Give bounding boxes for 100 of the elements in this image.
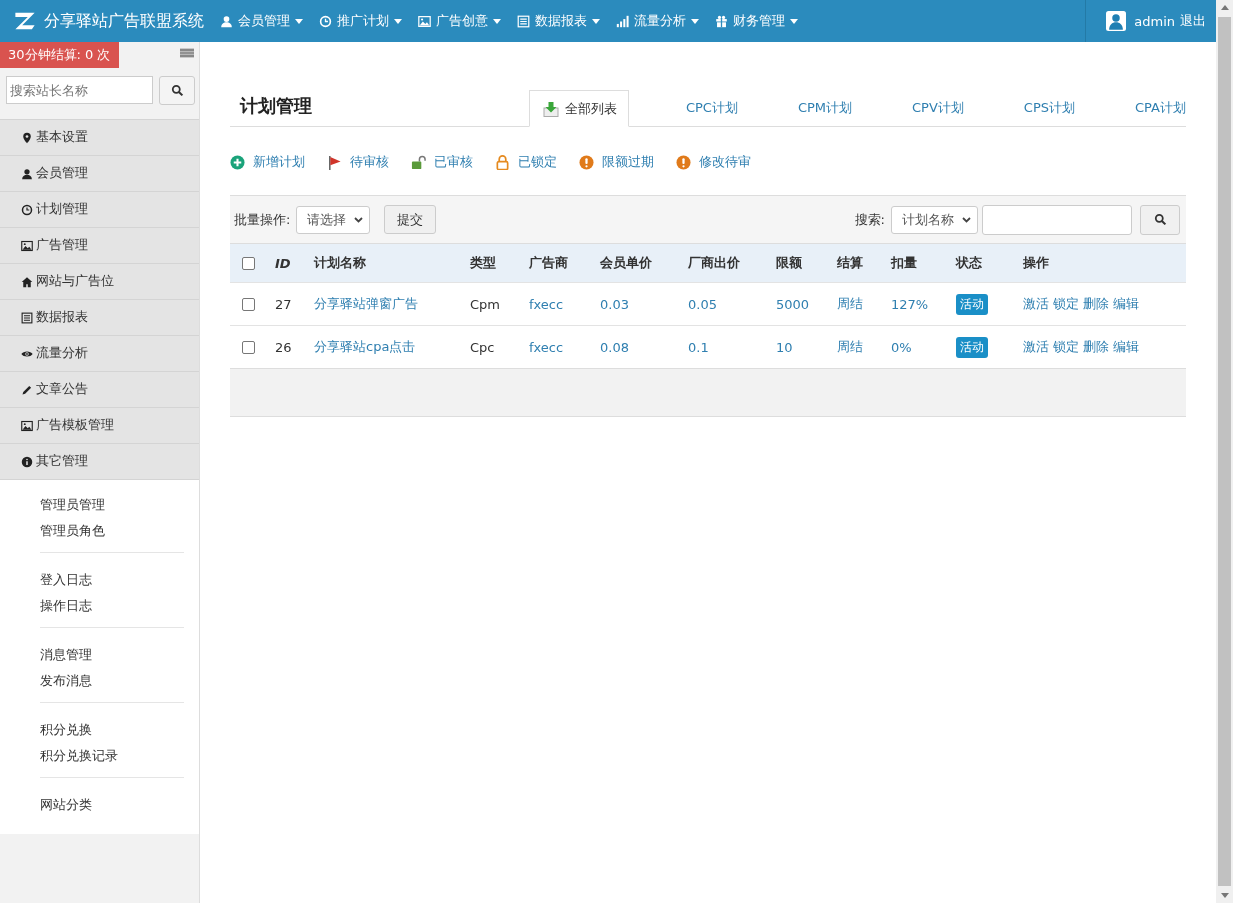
alert-circle-icon <box>579 154 594 170</box>
table-link[interactable]: 周结 <box>837 338 863 356</box>
pencil-icon <box>21 383 33 396</box>
plus-circle-icon <box>230 154 245 170</box>
column-header: 状态 <box>956 254 982 272</box>
submenu-item[interactable]: 积分兑换 <box>40 717 92 743</box>
search-button[interactable] <box>159 76 195 105</box>
search-field[interactable]: 搜索站长名称 <box>6 76 153 104</box>
tab[interactable]: CPC计划 <box>655 90 768 126</box>
clock-icon <box>319 14 332 28</box>
column-header: 厂商出价 <box>688 254 740 272</box>
row-action-link[interactable]: 激活 <box>1023 338 1049 356</box>
table-link[interactable]: 分享驿站弹窗广告 <box>314 295 418 313</box>
sidebar-item[interactable]: 广告管理 <box>0 227 199 263</box>
table-link[interactable]: 0.05 <box>688 296 717 312</box>
sidebar-item[interactable]: 广告模板管理 <box>0 407 199 443</box>
search-button[interactable] <box>1140 204 1180 235</box>
search-icon <box>1153 213 1167 226</box>
table-link[interactable]: 0.08 <box>600 339 629 355</box>
action-link[interactable]: 已审核 <box>411 153 473 171</box>
table-link[interactable]: fxecc <box>529 296 564 312</box>
sidebar-item[interactable]: 数据报表 <box>0 299 199 335</box>
nav-menu[interactable]: 会员管理 <box>212 0 311 42</box>
submenu-item[interactable]: 积分兑换记录 <box>40 743 118 769</box>
row-action-link[interactable]: 删除 <box>1083 338 1109 356</box>
search-icon <box>170 84 184 97</box>
table-link[interactable]: 0.03 <box>600 296 629 312</box>
table-link[interactable]: 127% <box>891 296 929 312</box>
submenu-item[interactable]: 登入日志 <box>40 567 92 593</box>
image-icon <box>21 239 33 252</box>
action-link[interactable]: 待审核 <box>327 153 389 171</box>
table-link[interactable]: fxecc <box>529 339 564 355</box>
submenu-item[interactable]: 网站分类 <box>40 792 92 818</box>
column-header: 计划名称 <box>314 254 366 272</box>
scroll-down-arrow-icon[interactable] <box>1220 893 1229 898</box>
gift-icon <box>715 14 728 28</box>
row-action-link[interactable]: 编辑 <box>1113 338 1139 356</box>
logout-link[interactable]: 退出 <box>1180 12 1206 30</box>
sidebar-item[interactable]: 会员管理 <box>0 155 199 191</box>
table-link[interactable]: 0% <box>891 339 912 355</box>
tab[interactable]: CPV计划 <box>882 90 994 126</box>
submenu-item[interactable]: 操作日志 <box>40 593 92 619</box>
nav-menu[interactable]: 流量分析 <box>608 0 707 42</box>
alert-circle-icon <box>676 154 691 170</box>
search-type-select[interactable]: 计划名称 <box>891 205 978 234</box>
tab[interactable]: CPA计划 <box>1105 90 1186 126</box>
submit-button[interactable]: 提交 <box>384 205 437 234</box>
caret-icon <box>493 18 501 24</box>
caret-icon <box>691 18 699 24</box>
table-link[interactable]: 周结 <box>837 295 863 313</box>
tab[interactable]: CPS计划 <box>993 90 1105 126</box>
row-action-link[interactable]: 锁定 <box>1053 295 1079 313</box>
search-field[interactable] <box>982 204 1132 235</box>
table-link[interactable]: 分享驿站cpa点击 <box>314 338 416 356</box>
action-link[interactable]: 修改待审 <box>676 153 751 171</box>
sidebar-item[interactable]: 文章公告 <box>0 371 199 407</box>
row-action-link[interactable]: 编辑 <box>1113 295 1139 313</box>
action-link[interactable]: 已锁定 <box>495 153 557 171</box>
username[interactable]: admin <box>1134 13 1175 29</box>
row-action-link[interactable]: 删除 <box>1083 295 1109 313</box>
sidebar-item[interactable]: 计划管理 <box>0 191 199 227</box>
nav-menu[interactable]: 财务管理 <box>707 0 806 42</box>
checkbox[interactable] <box>242 256 255 270</box>
sidebar-item[interactable]: 基本设置 <box>0 119 199 155</box>
logo-icon <box>14 10 36 32</box>
submenu-item[interactable]: 管理员角色 <box>40 518 105 544</box>
checkbox[interactable] <box>242 297 255 311</box>
sidebar-item[interactable]: 网站与广告位 <box>0 263 199 299</box>
action-link[interactable]: 新增计划 <box>230 153 305 171</box>
status-badge: 活动 <box>956 293 988 315</box>
clock-icon <box>21 203 33 216</box>
nav-menu[interactable]: 数据报表 <box>509 0 608 42</box>
nav-menu[interactable]: 广告创意 <box>410 0 509 42</box>
checkbox[interactable] <box>242 340 255 354</box>
table-link[interactable]: 5000 <box>776 296 810 312</box>
batch-select[interactable]: 请选择 <box>296 205 371 234</box>
table-cell: 26 <box>275 339 292 355</box>
lock-icon <box>495 154 510 170</box>
scroll-up-arrow-icon[interactable] <box>1220 5 1229 10</box>
row-action-link[interactable]: 锁定 <box>1053 338 1079 356</box>
row-action-link[interactable]: 激活 <box>1023 295 1049 313</box>
sidebar-item[interactable]: 流量分析 <box>0 335 199 371</box>
chevron-down-icon <box>962 216 971 223</box>
page-title: 计划管理 <box>238 94 313 118</box>
table-link[interactable]: 10 <box>776 339 793 355</box>
action-link[interactable]: 限额过期 <box>579 153 654 171</box>
app-title: 分享驿站广告联盟系统 <box>44 10 204 32</box>
sidebar-item[interactable]: 其它管理 <box>0 443 199 480</box>
user-icon <box>220 14 233 28</box>
submenu-item[interactable]: 管理员管理 <box>40 492 105 518</box>
scrollbar[interactable] <box>1216 0 1233 903</box>
submenu-item[interactable]: 消息管理 <box>40 642 92 668</box>
nav-menu[interactable]: 推广计划 <box>311 0 410 42</box>
caret-icon <box>295 18 303 24</box>
table-cell: Cpm <box>470 296 500 312</box>
tab[interactable]: CPM计划 <box>767 90 883 126</box>
batch-label: 批量操作: <box>234 210 291 229</box>
tab[interactable]: 全部列表 <box>528 90 629 127</box>
submenu-item[interactable]: 发布消息 <box>40 668 92 694</box>
table-link[interactable]: 0.1 <box>688 339 709 355</box>
